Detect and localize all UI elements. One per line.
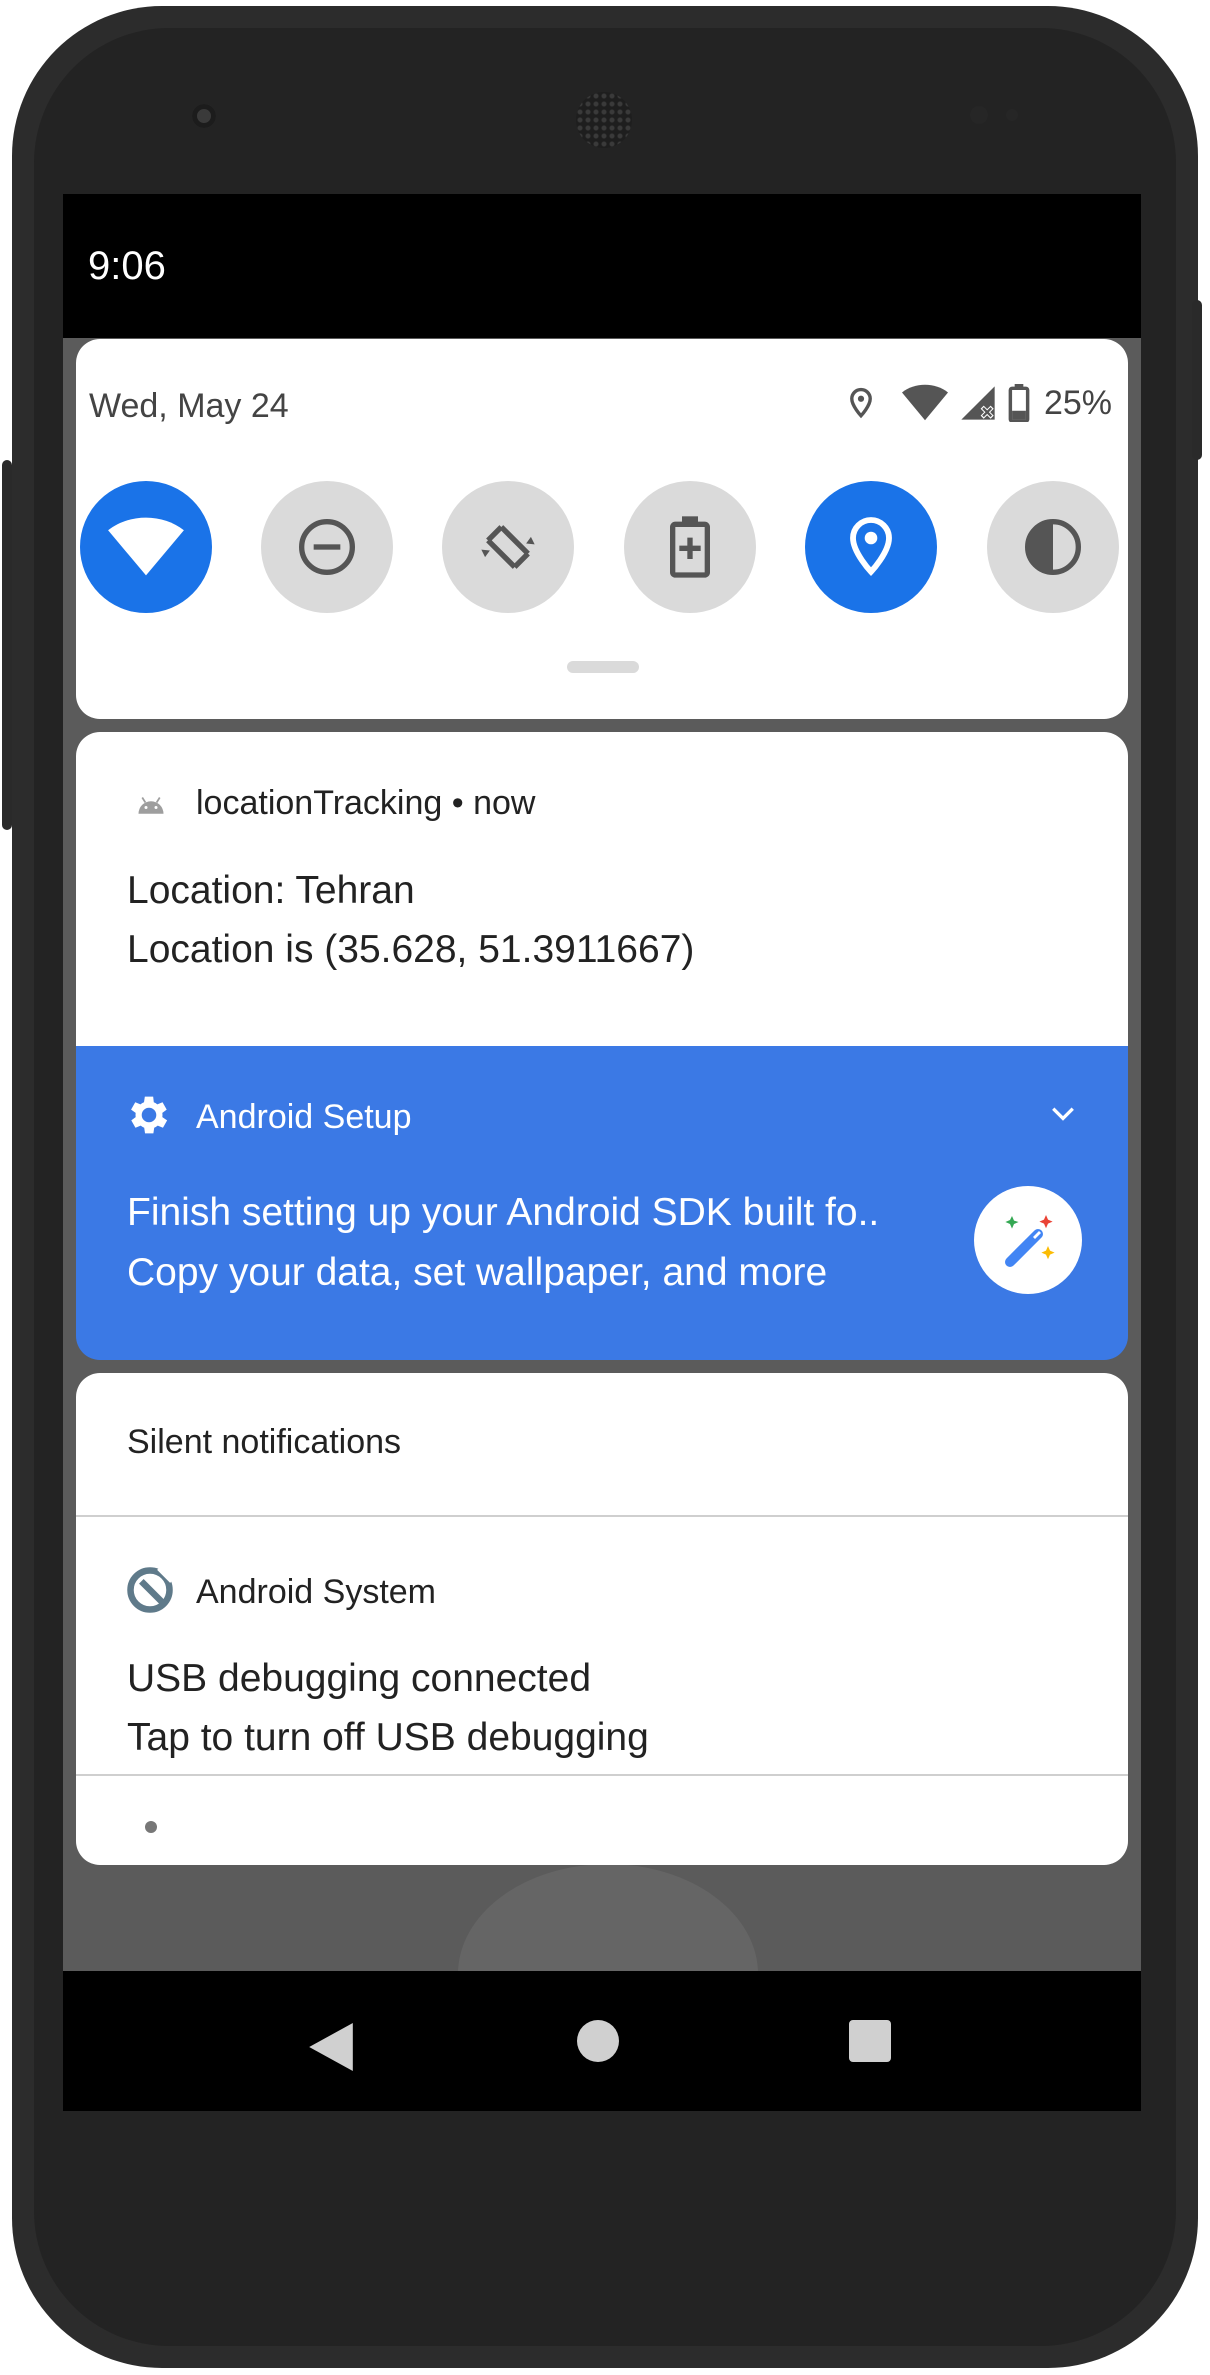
battery-saver-icon [670, 516, 710, 578]
chevron-down-icon[interactable] [1050, 1104, 1076, 1122]
location-icon [850, 517, 892, 577]
android-system-icon [127, 1566, 174, 1613]
app-name: locationTracking [196, 784, 443, 822]
system-app-name: Android System [196, 1573, 436, 1611]
light-sensor [1006, 109, 1018, 121]
auto-rotate-icon [481, 525, 535, 569]
front-camera [192, 104, 216, 128]
status-bar: 9:06 [63, 194, 1141, 338]
power-button [1192, 300, 1202, 460]
system-notification-text[interactable]: Tap to turn off USB debugging [127, 1716, 649, 1760]
battery-status-icon [1008, 384, 1030, 422]
notification-divider [76, 1774, 1128, 1776]
notification-app-header: locationTracking • now [196, 784, 536, 822]
cellular-no-sim-icon [961, 386, 995, 420]
battery-saver-tile[interactable] [624, 481, 756, 613]
android-setup-notification[interactable]: Android Setup Finish setting up your And… [76, 1046, 1128, 1360]
home-button[interactable] [577, 2020, 619, 2062]
silent-notifications-section: Silent notifications Android System USB … [76, 1373, 1128, 1865]
do-not-disturb-tile[interactable] [261, 481, 393, 613]
clock: 9:06 [88, 244, 166, 288]
overflow-dot [145, 1821, 157, 1833]
wifi-status-icon [901, 384, 948, 421]
back-icon[interactable] [308, 2023, 354, 2071]
wifi-tile[interactable] [80, 481, 212, 613]
expand-handle[interactable] [567, 661, 639, 673]
earpiece-speaker [576, 92, 632, 148]
notification-time: now [473, 784, 536, 822]
recents-button[interactable] [849, 2020, 891, 2062]
magic-wand-icon [1005, 1215, 1055, 1267]
notification-title: Location: Tehran [127, 869, 415, 912]
setup-app-name: Android Setup [196, 1098, 412, 1136]
system-status-icons: 25% [844, 383, 1112, 423]
system-notification-title[interactable]: USB debugging connected [127, 1657, 591, 1701]
location-status-icon [850, 387, 872, 419]
location-tile[interactable] [805, 481, 937, 613]
do-not-disturb-icon [299, 519, 355, 575]
android-app-icon [138, 797, 164, 814]
date-label[interactable]: Wed, May 24 [89, 387, 289, 426]
section-divider [76, 1515, 1128, 1517]
navigation-bar [63, 1971, 1141, 2111]
dark-theme-tile[interactable] [987, 481, 1119, 613]
auto-rotate-tile[interactable] [442, 481, 574, 613]
proximity-sensor [970, 106, 988, 124]
wifi-icon [108, 517, 184, 576]
gear-icon [131, 1096, 168, 1134]
setup-wizard-icon [974, 1186, 1082, 1294]
notification-text: Location is (35.628, 51.3911667) [127, 928, 695, 971]
setup-text: Copy your data, set wallpaper, and more [127, 1251, 828, 1294]
dark-theme-icon [1025, 519, 1081, 575]
setup-title: Finish setting up your Android SDK built… [127, 1191, 880, 1234]
quick-settings-panel: Wed, May 24 25% [76, 339, 1128, 719]
section-header: Silent notifications [127, 1423, 402, 1461]
battery-percent: 25% [1043, 383, 1112, 422]
screen: 9:06 Wed, May 24 25% locationTracking • … [63, 194, 1141, 2111]
volume-button [2, 460, 12, 830]
